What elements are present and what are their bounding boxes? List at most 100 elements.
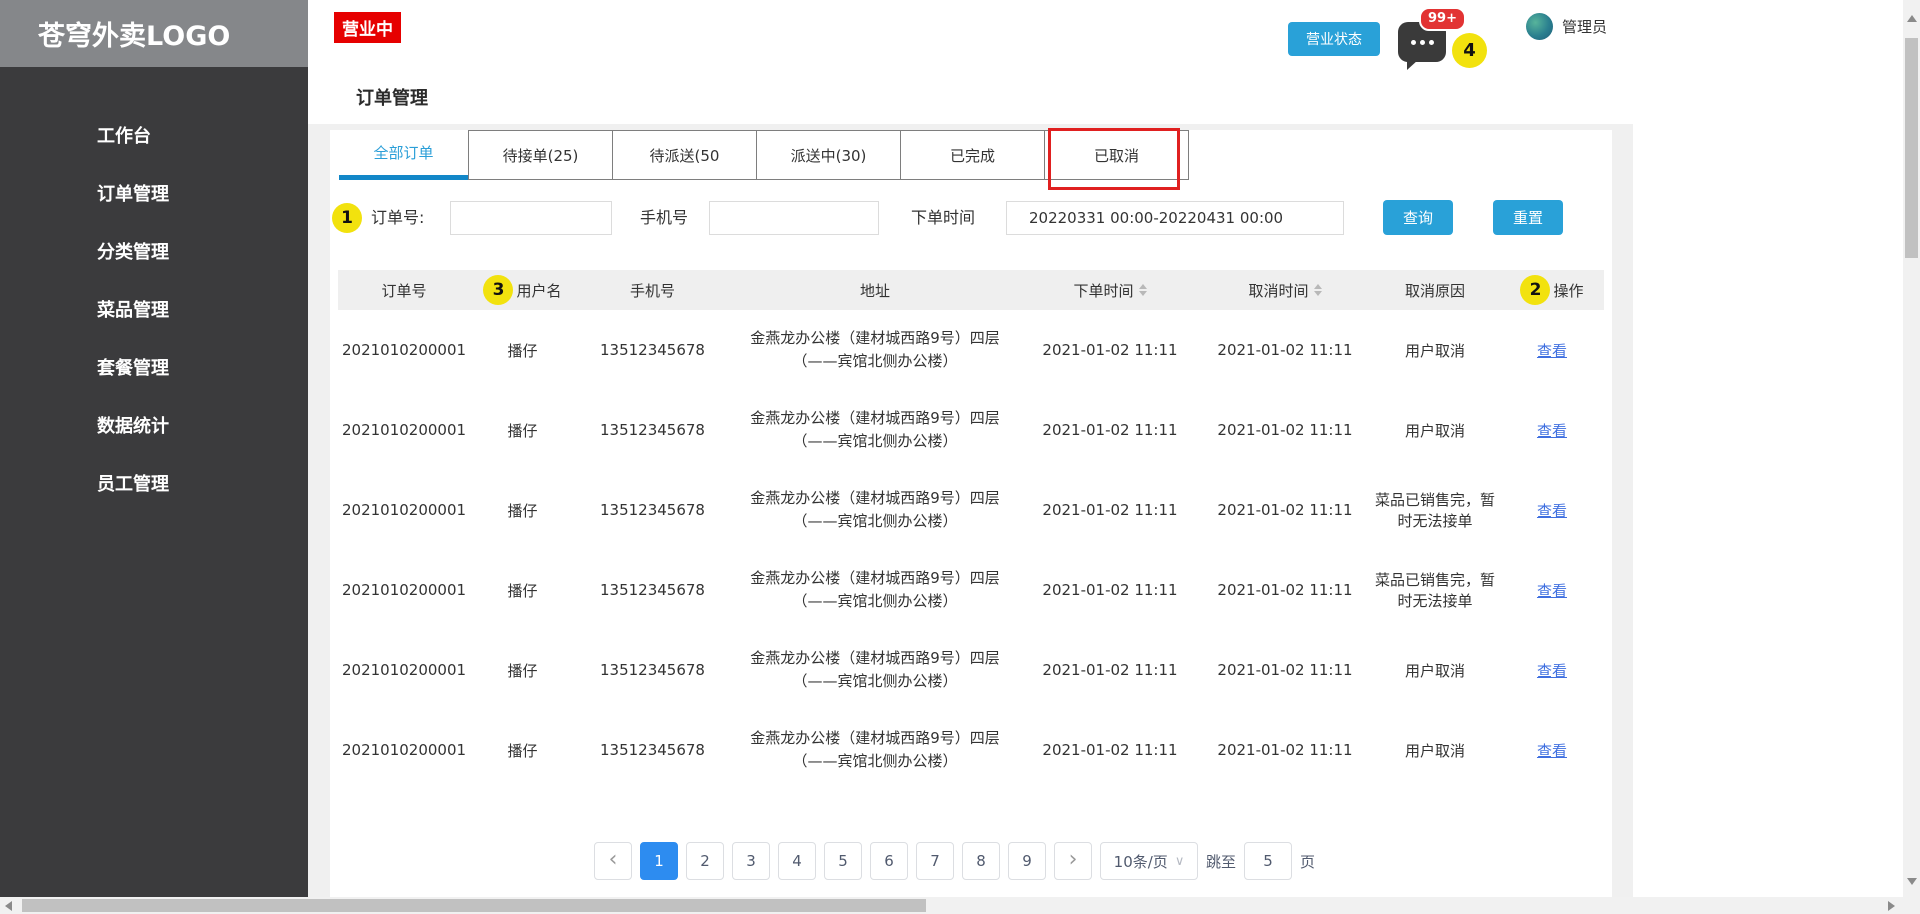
admin-label: 管理员 bbox=[1562, 17, 1607, 37]
sidebar-item[interactable]: 员工管理 bbox=[0, 454, 308, 512]
address-line2: （——宾馆北侧办公楼） bbox=[734, 590, 1016, 613]
scroll-right-icon[interactable] bbox=[1888, 901, 1895, 911]
page-button[interactable]: 7 bbox=[916, 842, 954, 880]
page-button[interactable]: 3 bbox=[732, 842, 770, 880]
search-button[interactable]: 查询 bbox=[1383, 200, 1453, 235]
column-header-label: 操作 bbox=[1553, 280, 1583, 301]
order-no-input[interactable] bbox=[450, 201, 612, 235]
table-header-row: 订单号3用户名手机号地址下单时间取消时间取消原因2操作 bbox=[338, 270, 1604, 310]
scroll-down-icon[interactable] bbox=[1907, 878, 1917, 885]
cancel-reason-cell: 用户取消 bbox=[1370, 340, 1500, 361]
tab-label: 已完成 bbox=[950, 145, 995, 166]
table-row: 2021010200001播仔13512345678金燕龙办公楼（建材城西路9号… bbox=[338, 470, 1604, 550]
next-page-button[interactable]: › bbox=[1054, 842, 1092, 880]
order-no-cell: 2021010200001 bbox=[338, 501, 470, 519]
column-header: 2操作 bbox=[1500, 275, 1604, 305]
vertical-scrollbar[interactable] bbox=[1903, 0, 1920, 897]
username-cell: 播仔 bbox=[470, 340, 575, 361]
tab-item[interactable]: 已完成 bbox=[900, 130, 1045, 180]
address-cell: 金燕龙办公楼（建材城西路9号）四层（——宾馆北侧办公楼） bbox=[730, 327, 1020, 373]
sort-carets-icon[interactable] bbox=[1314, 284, 1322, 296]
business-status-button[interactable]: 营业状态 bbox=[1288, 22, 1380, 56]
horizontal-scrollbar[interactable] bbox=[0, 897, 1920, 914]
annotation-circle-4: 4 bbox=[1452, 33, 1487, 68]
column-header-label: 用户名 bbox=[516, 280, 561, 301]
page-button[interactable]: 2 bbox=[686, 842, 724, 880]
action-cell: 查看 bbox=[1500, 340, 1604, 361]
action-cell: 查看 bbox=[1500, 580, 1604, 601]
sidebar-item[interactable]: 分类管理 bbox=[0, 222, 308, 280]
prev-page-button[interactable]: ‹ bbox=[594, 842, 632, 880]
tab-active[interactable]: 全部订单 bbox=[339, 130, 469, 180]
chevron-down-icon: ∨ bbox=[1175, 854, 1185, 869]
tab-item[interactable]: 派送中(30) bbox=[756, 130, 901, 180]
pagination: ‹ 123456789 › 10条/页 ∨ 跳至 页 bbox=[594, 842, 1315, 880]
page-button[interactable]: 1 bbox=[640, 842, 678, 880]
reset-button[interactable]: 重置 bbox=[1493, 200, 1563, 235]
order-no-cell: 2021010200001 bbox=[338, 661, 470, 679]
view-link[interactable]: 查看 bbox=[1537, 662, 1567, 680]
sort-desc-icon[interactable] bbox=[1139, 291, 1147, 296]
phone-cell: 13512345678 bbox=[575, 581, 730, 599]
address-line2: （——宾馆北侧办公楼） bbox=[734, 670, 1016, 693]
sort-desc-icon[interactable] bbox=[1314, 291, 1322, 296]
column-header: 下单时间 bbox=[1020, 280, 1200, 301]
cancel-time-cell: 2021-01-02 11:11 bbox=[1200, 581, 1370, 599]
tab-item[interactable]: 待派送(50 bbox=[612, 130, 757, 180]
column-header: 取消原因 bbox=[1370, 280, 1500, 301]
order-tabs: 全部订单待接单(25)待派送(50派送中(30) 已完成 已取消 bbox=[339, 130, 1189, 180]
app-window: 苍穹外卖LOGO 营业中 订单管理 营业状态 99+ 4 管理员 工作台订单管理… bbox=[0, 0, 1920, 914]
page-title: 订单管理 bbox=[356, 84, 428, 110]
sort-carets-icon[interactable] bbox=[1139, 284, 1147, 296]
cancel-time-cell: 2021-01-02 11:11 bbox=[1200, 421, 1370, 439]
order-time-range-input[interactable] bbox=[1006, 201, 1344, 235]
column-header: 订单号 bbox=[338, 280, 470, 301]
page-button[interactable]: 9 bbox=[1008, 842, 1046, 880]
page-size-select[interactable]: 10条/页 ∨ bbox=[1100, 842, 1198, 880]
sidebar-item[interactable]: 数据统计 bbox=[0, 396, 308, 454]
page-button[interactable]: 4 bbox=[778, 842, 816, 880]
table-row: 2021010200001播仔13512345678金燕龙办公楼（建材城西路9号… bbox=[338, 550, 1604, 630]
tab-item[interactable]: 待接单(25) bbox=[468, 130, 613, 180]
view-link[interactable]: 查看 bbox=[1537, 342, 1567, 360]
cancel-time-cell: 2021-01-02 11:11 bbox=[1200, 741, 1370, 759]
address-line2: （——宾馆北侧办公楼） bbox=[734, 750, 1016, 773]
username-cell: 播仔 bbox=[470, 500, 575, 521]
scroll-left-icon[interactable] bbox=[5, 901, 12, 911]
view-link[interactable]: 查看 bbox=[1537, 502, 1567, 520]
page-button[interactable]: 5 bbox=[824, 842, 862, 880]
view-link[interactable]: 查看 bbox=[1537, 742, 1567, 760]
page-button[interactable]: 6 bbox=[870, 842, 908, 880]
page-button[interactable]: 8 bbox=[962, 842, 1000, 880]
phone-cell: 13512345678 bbox=[575, 741, 730, 759]
view-link[interactable]: 查看 bbox=[1537, 582, 1567, 600]
cancel-reason-cell: 用户取消 bbox=[1370, 660, 1500, 681]
cancel-time-cell: 2021-01-02 11:11 bbox=[1200, 501, 1370, 519]
view-link[interactable]: 查看 bbox=[1537, 422, 1567, 440]
sidebar-item[interactable]: 套餐管理 bbox=[0, 338, 308, 396]
avatar[interactable] bbox=[1526, 13, 1553, 40]
order-time-cell: 2021-01-02 11:11 bbox=[1020, 341, 1200, 359]
phone-cell: 13512345678 bbox=[575, 341, 730, 359]
vertical-scrollbar-thumb[interactable] bbox=[1905, 38, 1918, 258]
sort-asc-icon[interactable] bbox=[1139, 284, 1147, 289]
sort-asc-icon[interactable] bbox=[1314, 284, 1322, 289]
order-no-cell: 2021010200001 bbox=[338, 341, 470, 359]
address-line1: 金燕龙办公楼（建材城西路9号）四层 bbox=[734, 647, 1016, 670]
scroll-up-icon[interactable] bbox=[1907, 15, 1917, 22]
chevron-left-icon: ‹ bbox=[609, 847, 618, 875]
sidebar-item[interactable]: 工作台 bbox=[0, 106, 308, 164]
orders-table: 订单号3用户名手机号地址下单时间取消时间取消原因2操作 202101020000… bbox=[338, 270, 1604, 790]
sidebar-item[interactable]: 菜品管理 bbox=[0, 280, 308, 338]
address-cell: 金燕龙办公楼（建材城西路9号）四层（——宾馆北侧办公楼） bbox=[730, 647, 1020, 693]
order-time-cell: 2021-01-02 11:11 bbox=[1020, 661, 1200, 679]
sidebar-menu: 工作台订单管理分类管理菜品管理套餐管理数据统计员工管理 bbox=[0, 67, 308, 512]
horizontal-scrollbar-thumb[interactable] bbox=[22, 899, 926, 912]
phone-cell: 13512345678 bbox=[575, 501, 730, 519]
phone-label: 手机号 bbox=[640, 201, 688, 235]
jump-page-input[interactable] bbox=[1244, 842, 1292, 880]
order-no-cell: 2021010200001 bbox=[338, 581, 470, 599]
sidebar-item[interactable]: 订单管理 bbox=[0, 164, 308, 222]
phone-input[interactable] bbox=[709, 201, 879, 235]
tab-item[interactable]: 已取消 bbox=[1044, 130, 1189, 180]
